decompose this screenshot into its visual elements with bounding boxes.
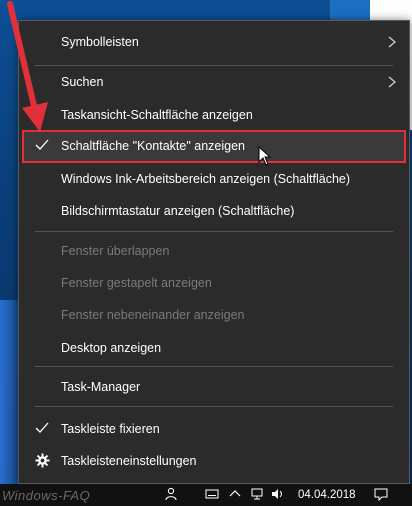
- menu-item-desktop-anzeigen[interactable]: Desktop anzeigen: [19, 332, 409, 364]
- chevron-up-icon[interactable]: [228, 487, 242, 501]
- menu-item-taskleiste-fixieren[interactable]: Taskleiste fixieren: [19, 413, 409, 445]
- menu-item-label: Schaltfläche "Kontakte" anzeigen: [61, 139, 245, 153]
- menu-item-symbolleisten[interactable]: Symbolleisten: [19, 26, 409, 58]
- menu-item-fenster-gestapelt: Fenster gestapelt anzeigen: [19, 267, 409, 299]
- menu-item-label: Taskansicht-Schaltfläche anzeigen: [61, 108, 253, 122]
- taskbar-date[interactable]: 04.04.2018: [298, 489, 356, 501]
- menu-item-label: Windows Ink-Arbeitsbereich anzeigen (Sch…: [61, 172, 351, 186]
- menu-item-suchen[interactable]: Suchen: [19, 66, 409, 98]
- menu-item-bildschirmtastatur[interactable]: Bildschirmtastatur anzeigen (Schaltfläch…: [19, 195, 409, 227]
- watermark: Windows-FAQ: [2, 488, 91, 503]
- chevron-right-icon: [388, 76, 397, 88]
- menu-item-taskansicht[interactable]: Taskansicht-Schaltfläche anzeigen: [19, 99, 409, 131]
- network-icon[interactable]: [250, 487, 264, 501]
- menu-item-taskleisteneinstellungen[interactable]: Taskleisteneinstellungen: [19, 445, 409, 477]
- menu-item-label: Task-Manager: [61, 380, 141, 394]
- menu-item-label: Symbolleisten: [61, 35, 139, 49]
- menu-item-fenster-nebeneinander: Fenster nebeneinander anzeigen: [19, 299, 409, 331]
- checkmark-icon: [35, 422, 49, 433]
- menu-item-label: Fenster gestapelt anzeigen: [61, 276, 212, 290]
- menu-item-label: Taskleiste fixieren: [61, 422, 160, 436]
- menu-item-label: Bildschirmtastatur anzeigen (Schaltfläch…: [61, 204, 295, 218]
- menu-item-label: Suchen: [61, 75, 104, 89]
- person-icon[interactable]: [164, 487, 178, 501]
- menu-item-windows-ink[interactable]: Windows Ink-Arbeitsbereich anzeigen (Sch…: [19, 163, 409, 195]
- chevron-right-icon: [388, 36, 397, 48]
- red-arrow-annotation: [7, 1, 48, 132]
- menu-item-fenster-ueberlappen: Fenster überlappen: [19, 235, 409, 267]
- menu-item-label: Taskleisteneinstellungen: [61, 454, 197, 468]
- taskbar-context-menu: Symbolleisten Suchen Taskansicht-Schaltf…: [18, 20, 410, 484]
- menu-separator: [35, 366, 393, 367]
- menu-item-label: Desktop anzeigen: [61, 341, 162, 355]
- volume-icon[interactable]: [270, 487, 284, 501]
- menu-item-label: Fenster nebeneinander anzeigen: [61, 308, 245, 322]
- checkmark-icon: [35, 139, 49, 150]
- mouse-cursor-icon: [258, 146, 272, 166]
- action-center-icon[interactable]: [374, 487, 388, 501]
- gear-icon: [35, 453, 50, 468]
- menu-separator: [35, 231, 393, 232]
- menu-item-task-manager[interactable]: Task-Manager: [19, 371, 409, 403]
- menu-separator: [35, 406, 393, 407]
- menu-item-label: Fenster überlappen: [61, 244, 170, 258]
- menu-item-kontakte[interactable]: Schaltfläche "Kontakte" anzeigen: [19, 130, 409, 162]
- keyboard-icon[interactable]: [205, 487, 219, 501]
